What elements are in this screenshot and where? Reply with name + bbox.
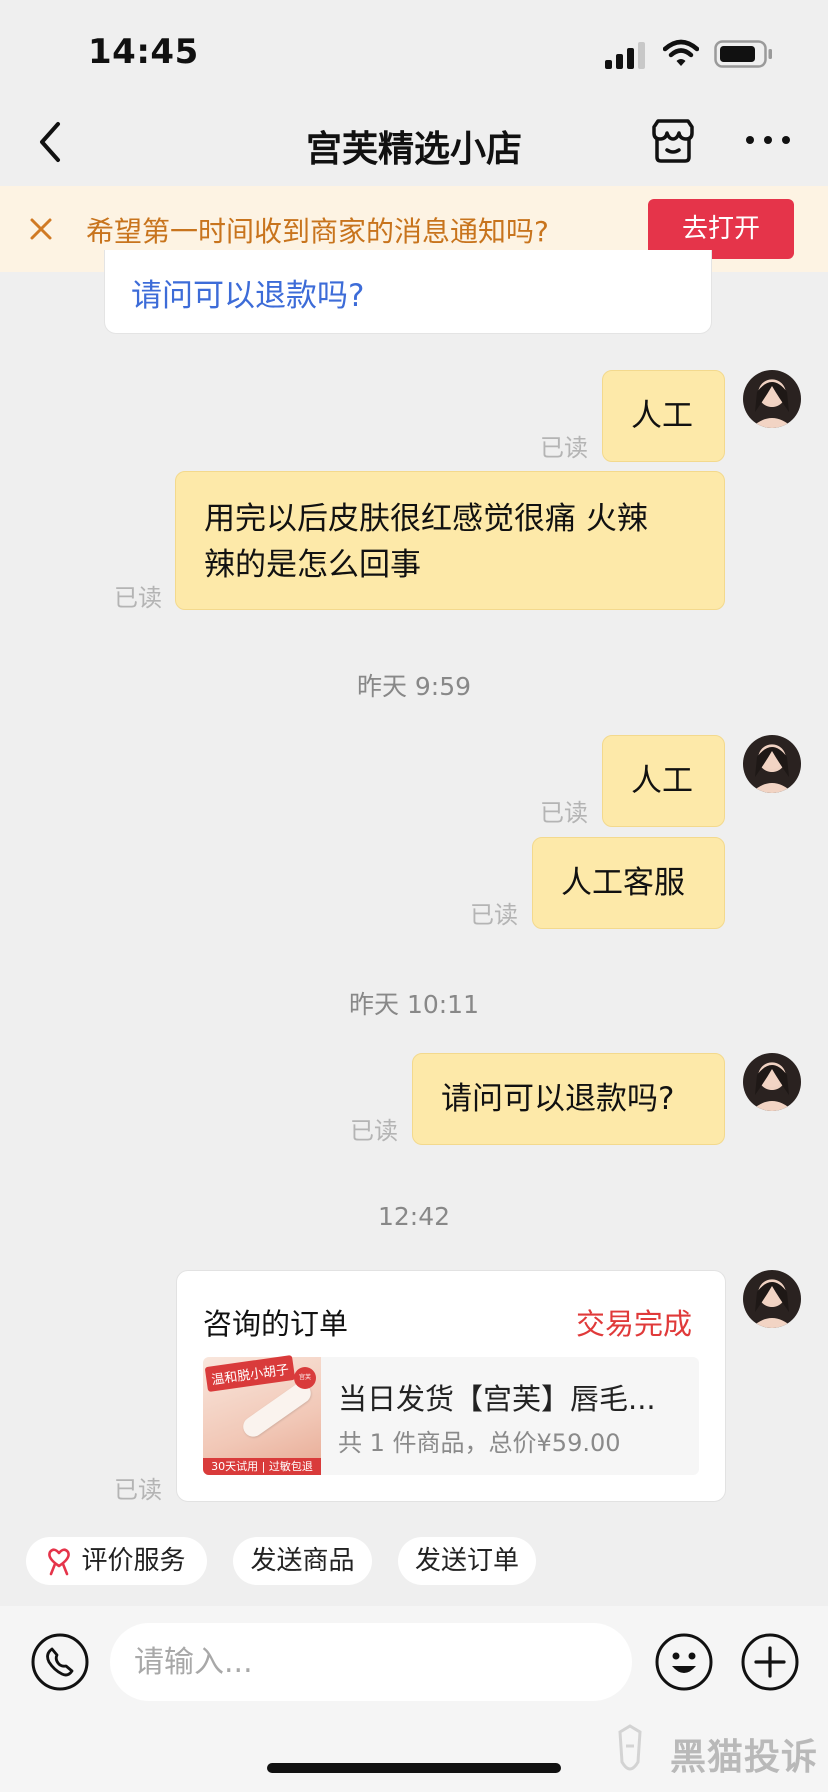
- emoji-icon[interactable]: [654, 1632, 714, 1692]
- plus-icon[interactable]: [740, 1632, 800, 1692]
- send-order-chip[interactable]: 发送订单: [398, 1537, 536, 1585]
- previous-card-link-text[interactable]: 请问可以退款吗?: [131, 270, 364, 315]
- order-product-meta: 共 1 件商品，总价¥59.00: [338, 1429, 621, 1457]
- chip-label: 发送商品: [250, 1546, 355, 1576]
- order-status: 交易完成: [576, 1307, 693, 1341]
- avatar[interactable]: [743, 370, 801, 428]
- page-title: 宫芙精选小店: [305, 129, 522, 170]
- message-text: 请问可以退款吗?: [441, 1081, 675, 1117]
- phone-call-icon[interactable]: [30, 1632, 90, 1692]
- order-card-title: 咨询的订单: [203, 1307, 349, 1341]
- message-bubble[interactable]: 请问可以退款吗?: [412, 1053, 725, 1145]
- read-receipt: 已读: [470, 901, 518, 929]
- message-text: 人工客服: [561, 865, 685, 901]
- read-receipt: 已读: [114, 1476, 162, 1504]
- battery-icon: [714, 40, 772, 68]
- home-indicator[interactable]: [267, 1763, 561, 1773]
- watermark-text: 黑猫投诉: [670, 1737, 819, 1778]
- read-receipt: 已读: [540, 434, 588, 462]
- cellular-signal-icon: [605, 42, 645, 69]
- message-text-line-2: 辣的是怎么回事: [204, 547, 421, 583]
- message-text: 人工: [631, 398, 693, 434]
- message-bubble[interactable]: 人工: [602, 370, 725, 462]
- message-bubble[interactable]: 用完以后皮肤很红感觉很痛 火辣 辣的是怎么回事: [175, 471, 725, 610]
- message-bubble[interactable]: 人工: [602, 735, 725, 827]
- message-text-line-1: 用完以后皮肤很红感觉很痛 火辣: [204, 501, 648, 537]
- message-text: 人工: [631, 763, 693, 799]
- send-product-chip[interactable]: 发送商品: [233, 1537, 372, 1585]
- close-icon[interactable]: [26, 214, 56, 244]
- read-receipt: 已读: [114, 584, 162, 612]
- chip-label: 发送订单: [414, 1546, 519, 1576]
- chip-label: 评价服务: [81, 1546, 186, 1576]
- message-bubble[interactable]: 人工客服: [532, 837, 725, 929]
- read-receipt: 已读: [350, 1117, 398, 1145]
- avatar[interactable]: [743, 1270, 801, 1328]
- thumbnail-badge: 宫芙: [294, 1367, 316, 1389]
- wifi-icon: [663, 39, 699, 66]
- status-time: 14:45: [88, 32, 199, 72]
- message-timestamp: 12:42: [377, 1202, 451, 1231]
- avatar[interactable]: [743, 735, 801, 793]
- notification-prompt-text: 希望第一时间收到商家的消息通知吗?: [86, 215, 549, 248]
- message-timestamp: 昨天 9:59: [356, 672, 472, 701]
- message-timestamp: 昨天 10:11: [349, 990, 479, 1019]
- heart-ribbon-icon: [48, 1548, 70, 1576]
- more-options-icon[interactable]: [744, 132, 792, 148]
- avatar[interactable]: [743, 1053, 801, 1111]
- read-receipt: 已读: [540, 799, 588, 827]
- store-icon[interactable]: [648, 117, 698, 165]
- message-input[interactable]: [110, 1623, 632, 1701]
- thumbnail-footer: 30天试用 | 过敏包退: [203, 1458, 321, 1475]
- order-product-name: 当日发货【宫芙】唇毛...: [338, 1382, 656, 1416]
